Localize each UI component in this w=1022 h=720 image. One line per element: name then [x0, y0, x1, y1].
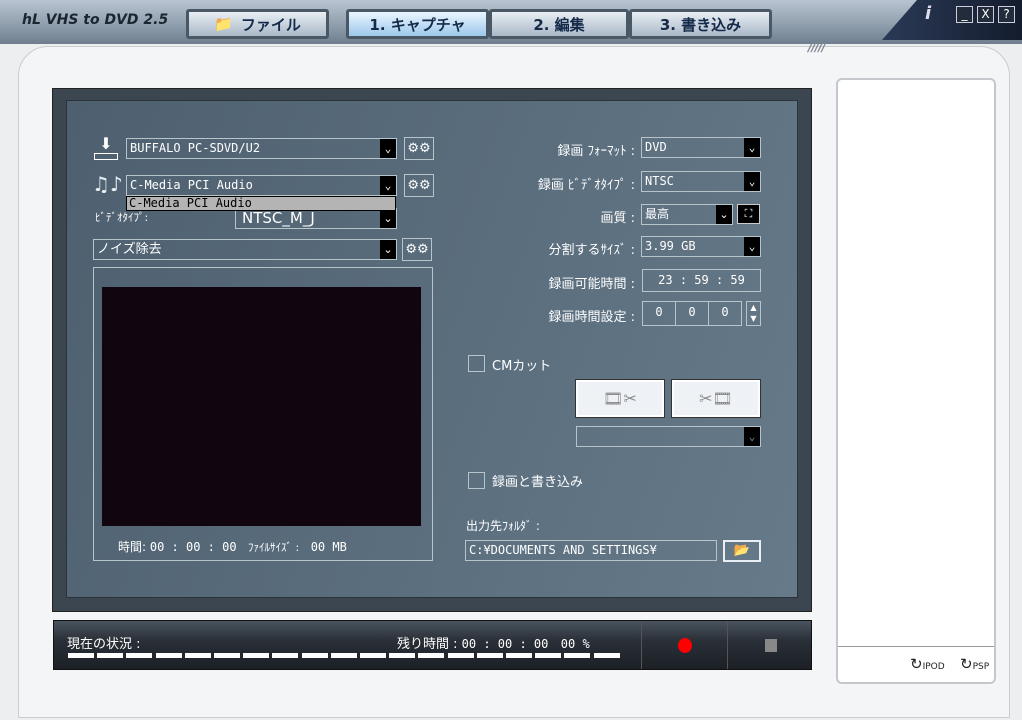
output-folder-label: 出力先ﾌｫﾙﾀﾞ :: [466, 519, 540, 533]
video-preview: [102, 287, 421, 526]
close-button[interactable]: X: [977, 6, 994, 23]
quality-select[interactable]: 最高 ⌄: [641, 204, 733, 225]
video-input-icon: ⬇: [94, 136, 118, 160]
audio-settings-button[interactable]: ⚙⚙: [404, 174, 434, 197]
open-folder-icon: 📂: [733, 543, 751, 558]
info-button[interactable]: i: [925, 3, 931, 24]
chevron-down-icon[interactable]: ⌄: [744, 138, 760, 157]
down-arrow-icon[interactable]: ▼: [747, 313, 760, 324]
device-sidebar: [836, 78, 996, 684]
chevron-down-icon[interactable]: ⌄: [716, 205, 732, 224]
filter-select[interactable]: ノイズ除去 ⌄: [93, 239, 397, 260]
chevron-down-icon[interactable]: ⌄: [380, 209, 396, 228]
progress-segment: [68, 653, 94, 658]
audio-icon: ♫♪: [92, 172, 123, 196]
progress-segment: [418, 653, 445, 658]
tab-burn[interactable]: 3. 書き込み: [629, 9, 772, 39]
divider: [838, 646, 994, 647]
available-time-label: 録画可能時間 :: [548, 277, 635, 292]
available-time-value: 23 : 59 : 59: [642, 269, 761, 292]
progress-segment: [243, 653, 270, 658]
progress-segment: [184, 653, 211, 658]
film-scissors-icon: ✂🎞: [699, 389, 733, 408]
gear-icon: ⚙⚙: [407, 141, 431, 156]
format-select[interactable]: DVD ⌄: [641, 137, 761, 158]
tab-file[interactable]: 📁 ファイル: [186, 9, 329, 39]
duration-minutes[interactable]: 0: [675, 301, 709, 326]
split-size-label: 分割するｻｲｽﾞ :: [548, 243, 635, 258]
duration-seconds[interactable]: 0: [708, 301, 742, 326]
stop-icon: [765, 639, 777, 652]
help-button[interactable]: ?: [998, 6, 1015, 23]
filter-settings-button[interactable]: ⚙⚙: [402, 238, 432, 261]
refresh-icon: ↻: [960, 655, 973, 673]
app-logo: hL VHS to DVD 2.5: [22, 12, 169, 28]
progress-segment: [389, 653, 416, 658]
quality-label: 画質 :: [600, 211, 635, 226]
audio-device-select[interactable]: C-Media PCI Audio ⌄: [126, 175, 397, 196]
progress-segment: [272, 653, 299, 658]
chevron-down-icon[interactable]: ⌄: [380, 240, 396, 259]
status-label: 現在の状況 :: [67, 637, 141, 652]
duration-stepper[interactable]: ▲ ▼: [746, 301, 761, 326]
remaining-info: 残り時間 : 00 : 00 : 00 00 %: [397, 637, 590, 652]
fullscreen-icon: ⛶: [744, 207, 753, 220]
progress-segment: [126, 653, 153, 658]
output-folder-input[interactable]: C:¥DOCUMENTS AND SETTINGS¥: [465, 540, 717, 561]
tab-capture[interactable]: 1. キャプチャ: [346, 9, 489, 39]
video-type-select[interactable]: NTSC_M_J ⌄: [235, 208, 397, 229]
decor-stripes: /////: [808, 40, 826, 54]
video-device-select[interactable]: BUFFALO PC-SDVD/U2 ⌄: [126, 138, 397, 159]
progress-segment: [447, 653, 474, 658]
film-scissors-icon: 🎞✂: [603, 389, 637, 408]
cm-cut-select[interactable]: ⌄: [576, 426, 761, 447]
progress-segment: [97, 653, 124, 658]
video-settings-button[interactable]: ⚙⚙: [404, 137, 434, 160]
record-button[interactable]: [642, 621, 727, 669]
refresh-icon: ↻: [910, 655, 923, 673]
progress-segment: [214, 653, 240, 658]
browse-folder-button[interactable]: 📂: [723, 540, 761, 562]
record-and-burn-label: 録画と書き込み: [492, 475, 584, 490]
folder-icon: 📁: [214, 15, 233, 33]
video-type-label: ﾋﾞﾃﾞｵﾀｲﾌﾟ:: [95, 211, 149, 224]
record-icon: [678, 638, 692, 653]
progress-segment: [564, 653, 591, 658]
ipod-convert-button[interactable]: ↻IPOD: [910, 655, 945, 673]
audio-dropdown-option[interactable]: C-Media PCI Audio: [126, 196, 396, 211]
cm-cut-label: CMカット: [492, 359, 552, 374]
cm-cut-checkbox[interactable]: [468, 355, 485, 372]
progress-segment: [360, 653, 386, 658]
cut-start-button[interactable]: 🎞✂: [575, 379, 665, 418]
progress-segment: [330, 653, 357, 658]
format-label: 録画 ﾌｫｰﾏｯﾄ :: [557, 144, 635, 159]
progress-segment: [535, 653, 562, 658]
record-videotype-select[interactable]: NTSC ⌄: [641, 171, 761, 192]
progress-segment: [506, 653, 532, 658]
psp-convert-button[interactable]: ↻PSP: [960, 655, 989, 673]
progress-segment: [155, 653, 182, 658]
up-arrow-icon[interactable]: ▲: [747, 302, 760, 313]
fullscreen-button[interactable]: ⛶: [737, 204, 760, 224]
minimize-button[interactable]: _: [956, 6, 973, 23]
record-videotype-label: 録画 ﾋﾞﾃﾞｵﾀｲﾌﾟ :: [537, 178, 635, 193]
chevron-down-icon[interactable]: ⌄: [380, 139, 396, 158]
progress-segment: [476, 653, 503, 658]
cut-end-button[interactable]: ✂🎞: [671, 379, 761, 418]
progress-segment: [593, 653, 620, 658]
chevron-down-icon[interactable]: ⌄: [380, 176, 396, 195]
chevron-down-icon[interactable]: ⌄: [744, 172, 760, 191]
duration-label: 録画時間設定 :: [548, 310, 635, 325]
stop-button[interactable]: [728, 621, 811, 669]
progress-segment: [301, 653, 328, 658]
gear-icon: ⚙⚙: [407, 178, 431, 193]
duration-hours[interactable]: 0: [642, 301, 676, 326]
chevron-down-icon[interactable]: ⌄: [744, 237, 760, 256]
gear-icon: ⚙⚙: [405, 242, 429, 257]
chevron-down-icon[interactable]: ⌄: [744, 427, 760, 446]
tab-edit[interactable]: 2. 編集: [489, 9, 629, 39]
capture-info: 時間: 00 : 00 : 00 ﾌｧｲﾙｻｲｽﾞ : 00 MB: [118, 540, 347, 554]
record-and-burn-checkbox[interactable]: [468, 472, 485, 489]
split-size-select[interactable]: 3.99 GB ⌄: [641, 236, 761, 257]
